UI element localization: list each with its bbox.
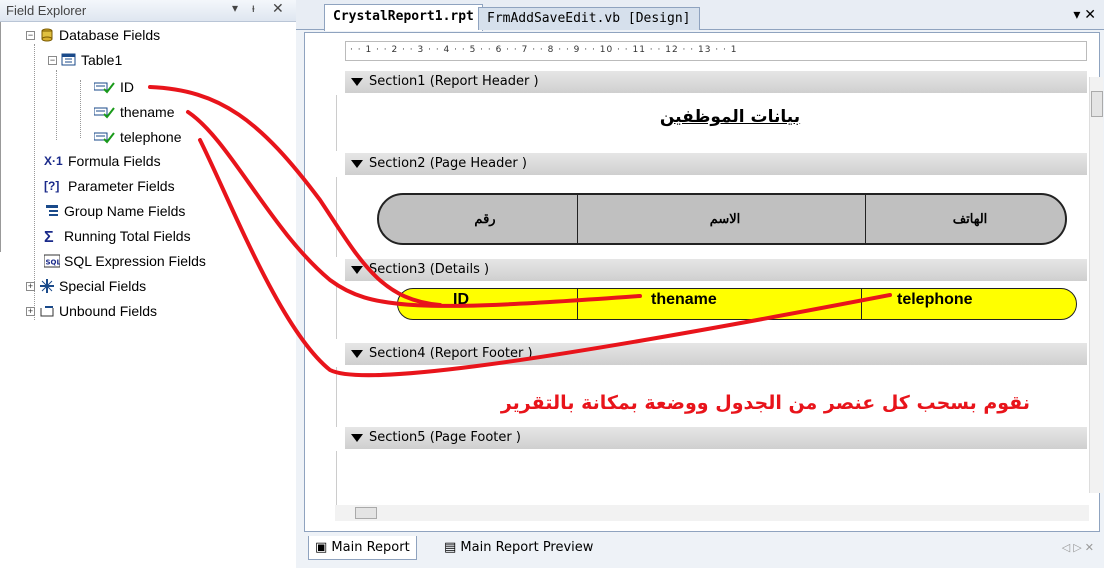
annotation-text: نقوم بسحب كل عنصر من الجدول ووضعة بمكانة… [500,392,1030,414]
arrow-thename [186,110,642,308]
arrow-telephone [198,138,892,378]
screen: Field Explorer ▾ ᵼ ✕ − Database Fields −… [0,0,1104,568]
arrow-id [148,85,442,307]
annotation-arrows [148,85,892,378]
